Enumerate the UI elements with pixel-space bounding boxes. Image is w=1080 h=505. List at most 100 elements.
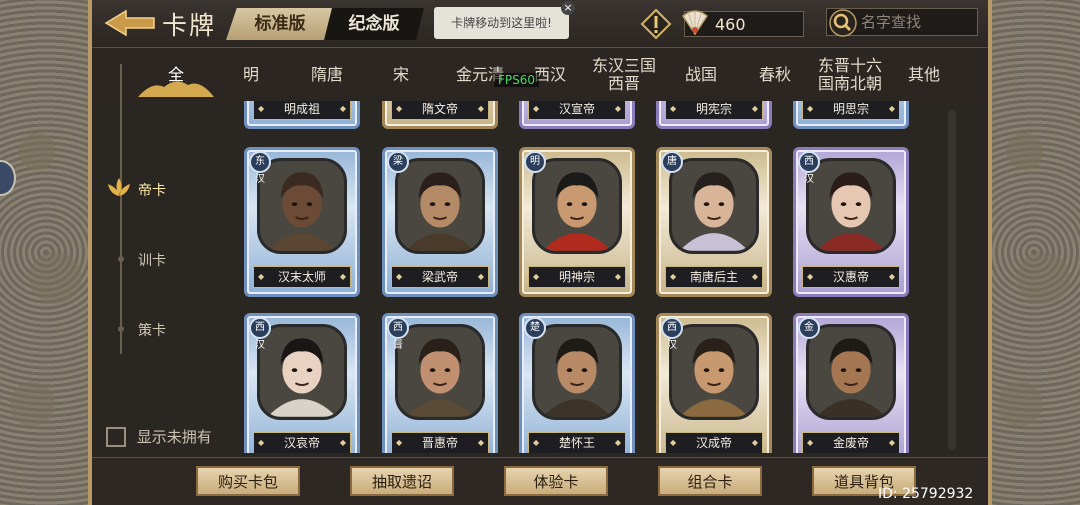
hero-portrait: [532, 158, 622, 254]
dynasty-tab-label: 东汉三国 西晋: [591, 56, 656, 93]
show-unowned-toggle[interactable]: 显示未拥有: [106, 426, 212, 447]
portrait-image: [535, 161, 619, 251]
category-label: 策卡: [138, 323, 166, 339]
search-input[interactable]: [861, 11, 971, 33]
hero-portrait: [669, 158, 759, 254]
tab-memorial-version[interactable]: 纪念版: [324, 8, 424, 40]
move-hint-tooltip: 卡牌移动到这里啦! ×: [434, 1, 575, 39]
hero-card[interactable]: 东汉汉末太师: [244, 147, 360, 297]
tab-dynasty-chunqiu[interactable]: 春秋: [742, 49, 808, 101]
tab-dynasty-ming[interactable]: 明: [218, 49, 284, 101]
tab-dynasty-song[interactable]: 宋: [368, 49, 434, 101]
tooltip-text: 卡牌移动到这里啦!: [451, 16, 552, 30]
card-name: 汉惠帝: [802, 266, 900, 288]
hero-portrait: [395, 324, 485, 420]
user-id: ID: 25792932: [878, 486, 974, 502]
card-name: 梁武帝: [391, 266, 489, 288]
tab-dynasty-zhanguo[interactable]: 战国: [668, 49, 734, 101]
checkbox[interactable]: [106, 426, 126, 447]
hero-card[interactable]: 梁梁武帝: [382, 147, 498, 297]
card-name: 隋文帝: [391, 101, 489, 120]
hero-card[interactable]: 西汉汉成帝: [656, 313, 772, 453]
tab-dynasty-all[interactable]: 全: [138, 49, 214, 101]
portrait-image: [809, 327, 893, 417]
hero-card[interactable]: 楚楚怀王: [519, 313, 635, 453]
back-arrow-icon[interactable]: [104, 8, 156, 38]
hero-card[interactable]: 西汉汉哀帝: [244, 313, 360, 453]
hero-card[interactable]: 明明神宗: [519, 147, 635, 297]
hero-card[interactable]: 金金废帝: [793, 313, 909, 453]
card-grid-scrollbar[interactable]: [948, 110, 956, 450]
dynasty-tab-label: 春秋: [758, 65, 791, 84]
top-bar: 卡牌 标准版 纪念版 卡牌移动到这里啦! × 460: [92, 0, 988, 48]
card-name: 楚怀王: [528, 432, 626, 453]
card-partial[interactable]: 汉宣帝: [519, 101, 635, 129]
card-name: 明宪宗: [665, 101, 763, 120]
dynasty-tab-label: 宋: [392, 65, 409, 84]
dynasty-badge: 明: [524, 151, 546, 173]
dynasty-badge: 楚: [524, 317, 546, 339]
right-decorative-panel: [988, 0, 1080, 505]
dynasty-tab-label: 明: [242, 65, 259, 84]
portrait-image: [398, 327, 482, 417]
show-unowned-label: 显示未拥有: [136, 428, 212, 446]
card-name: 金废帝: [802, 432, 900, 453]
portrait-image: [809, 161, 893, 251]
combo-card-button[interactable]: 组合卡: [658, 466, 762, 496]
search-box: [826, 7, 978, 39]
warning-icon[interactable]: [640, 8, 672, 40]
card-name: 明神宗: [528, 266, 626, 288]
card-name: 晋惠帝: [391, 432, 489, 453]
dynasty-tab-label: 其他: [907, 65, 940, 84]
portrait-image: [535, 327, 619, 417]
card-partial[interactable]: 明思宗: [793, 101, 909, 129]
tab-dynasty-dongjin[interactable]: 东晋十六 国南北朝: [810, 49, 890, 101]
tab-dynasty-other[interactable]: 其他: [892, 49, 956, 101]
portrait-image: [260, 327, 344, 417]
category-rail: [120, 64, 122, 354]
buy-card-pack-button[interactable]: 购买卡包: [196, 466, 300, 496]
tab-dynasty-suitang[interactable]: 隋唐: [292, 49, 362, 101]
hero-portrait: [532, 324, 622, 420]
tab-standard-version[interactable]: 标准版: [226, 8, 334, 40]
card-name: 明成祖: [253, 101, 351, 120]
hero-card[interactable]: 西晋晋惠帝: [382, 313, 498, 453]
page-title: 卡牌: [162, 11, 217, 40]
portrait-image: [398, 161, 482, 251]
card-name: 汉末太师: [253, 266, 351, 288]
card-name: 南唐后主: [665, 266, 763, 288]
hero-portrait: [257, 324, 347, 420]
portrait-image: [672, 161, 756, 251]
dynasty-badge: 西汉: [798, 151, 820, 185]
portrait-image: [672, 327, 756, 417]
trial-card-button[interactable]: 体验卡: [504, 466, 608, 496]
dynasty-tab-label: 战国: [684, 65, 717, 84]
left-decorative-panel: [0, 0, 92, 505]
hero-portrait: [806, 158, 896, 254]
dynasty-badge: 梁: [387, 151, 409, 173]
tab-dynasty-donghan[interactable]: 东汉三国 西晋: [586, 49, 662, 101]
card-grid: 明成祖 隋文帝 汉宣帝 明宪宗 明思宗 东汉汉末太师梁梁武帝明明神宗唐南唐后主西…: [236, 101, 936, 453]
hero-card[interactable]: 西汉汉惠帝: [793, 147, 909, 297]
hero-portrait: [806, 324, 896, 420]
search-icon[interactable]: [827, 7, 859, 39]
card-partial[interactable]: 明宪宗: [656, 101, 772, 129]
rail-dot: [118, 326, 124, 332]
currency-amount: 460: [715, 15, 746, 34]
category-label: 训卡: [138, 253, 166, 269]
dynasty-badge: 西汉: [249, 317, 271, 351]
card-name: 明思宗: [802, 101, 900, 120]
category-label: 帝卡: [138, 183, 166, 199]
card-partial[interactable]: 明成祖: [244, 101, 360, 129]
card-name: 汉哀帝: [253, 432, 351, 453]
card-partial[interactable]: 隋文帝: [382, 101, 498, 129]
bottom-bar: 购买卡包 抽取遗诏 体验卡 组合卡 道具背包: [92, 457, 988, 505]
draw-edict-button[interactable]: 抽取遗诏: [350, 466, 454, 496]
card-name: 汉宣帝: [528, 101, 626, 120]
hero-card[interactable]: 唐南唐后主: [656, 147, 772, 297]
side-handle[interactable]: [0, 160, 16, 196]
dynasty-tab-bar: 全 明 隋唐 宋 金元清 西汉 东汉三国 西晋 战国 春秋 东晋十六 国南北朝 …: [92, 49, 988, 101]
currency-display: 460: [682, 10, 804, 37]
close-icon[interactable]: ×: [561, 1, 575, 15]
dynasty-badge: 东汉: [249, 151, 271, 185]
